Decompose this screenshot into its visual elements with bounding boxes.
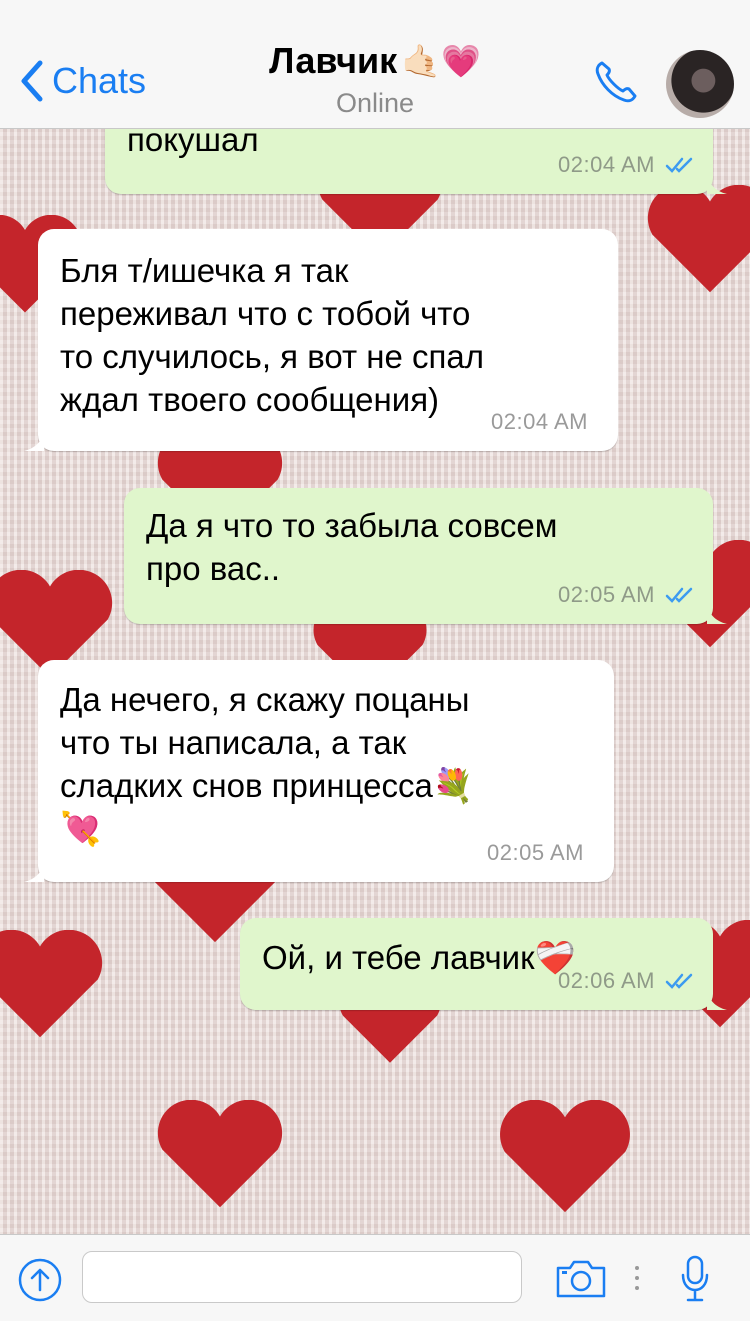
separator-dots-icon <box>635 1266 639 1290</box>
phone-icon <box>595 61 637 103</box>
back-button[interactable]: Chats <box>20 60 146 102</box>
heart-pattern <box>647 185 750 293</box>
double-check-icon <box>665 973 693 989</box>
message-time: 02:06 AM <box>558 968 655 993</box>
call-button[interactable] <box>592 58 640 111</box>
message-outgoing[interactable]: Да я что то забыла совсем про вас.. 02:0… <box>124 488 727 624</box>
chevron-left-icon <box>21 60 43 102</box>
message-text: Бля т/ишечка я так переживал что с тобой… <box>60 252 484 418</box>
message-text: Да я что то забыла совсем про вас.. <box>146 507 558 587</box>
chat-header: Chats Лавчик 🤙🏻💗 Online <box>0 0 750 129</box>
message-incoming[interactable]: Бля т/ишечка я так переживал что с тобой… <box>24 229 618 451</box>
contact-info[interactable]: Лавчик 🤙🏻💗 Online <box>200 40 550 119</box>
microphone-icon <box>681 1255 709 1302</box>
contact-name-text: Лавчик <box>269 40 398 81</box>
message-meta: 02:04 AM <box>558 143 695 186</box>
contact-name-emoji: 🤙🏻💗 <box>401 43 481 79</box>
message-meta: 02:04 AM <box>491 400 588 443</box>
camera-button[interactable] <box>555 1259 607 1304</box>
message-meta: 02:05 AM <box>558 573 695 616</box>
bubble-tail <box>707 604 727 624</box>
contact-avatar[interactable] <box>666 50 734 118</box>
contact-name: Лавчик 🤙🏻💗 <box>269 40 481 82</box>
upload-icon <box>18 1258 62 1302</box>
message-meta: 02:05 AM <box>487 831 584 874</box>
message-text: Да нечего, я скажу поцаны что ты написал… <box>60 681 474 847</box>
message-time: 02:04 AM <box>558 152 655 177</box>
message-text: Ой, и тебе лавчик❤️‍🩹 <box>262 939 576 976</box>
heart-pattern <box>157 1100 283 1208</box>
bubble-tail <box>24 431 44 451</box>
bubble-tail <box>707 174 727 194</box>
camera-icon <box>556 1260 606 1298</box>
attach-button[interactable] <box>17 1257 63 1308</box>
message-time: 02:04 AM <box>491 409 588 434</box>
back-label: Chats <box>52 60 147 101</box>
message-incoming[interactable]: Да нечего, я скажу поцаны что ты написал… <box>24 660 614 882</box>
contact-status: Online <box>335 88 415 118</box>
heart-pattern <box>500 1100 630 1213</box>
message-outgoing[interactable]: Ой, и тебе лавчик❤️‍🩹 02:06 AM <box>240 918 727 1010</box>
voice-record-button[interactable] <box>680 1255 710 1308</box>
double-check-icon <box>665 157 693 173</box>
message-meta: 02:06 AM <box>558 959 695 1002</box>
double-check-icon <box>665 587 693 603</box>
message-input[interactable] <box>82 1251 522 1303</box>
bubble-tail <box>24 862 44 882</box>
message-time: 02:05 AM <box>558 582 655 607</box>
bubble-tail <box>707 990 727 1010</box>
heart-pattern <box>0 930 103 1038</box>
message-composer <box>0 1234 750 1321</box>
message-time: 02:05 AM <box>487 840 584 865</box>
